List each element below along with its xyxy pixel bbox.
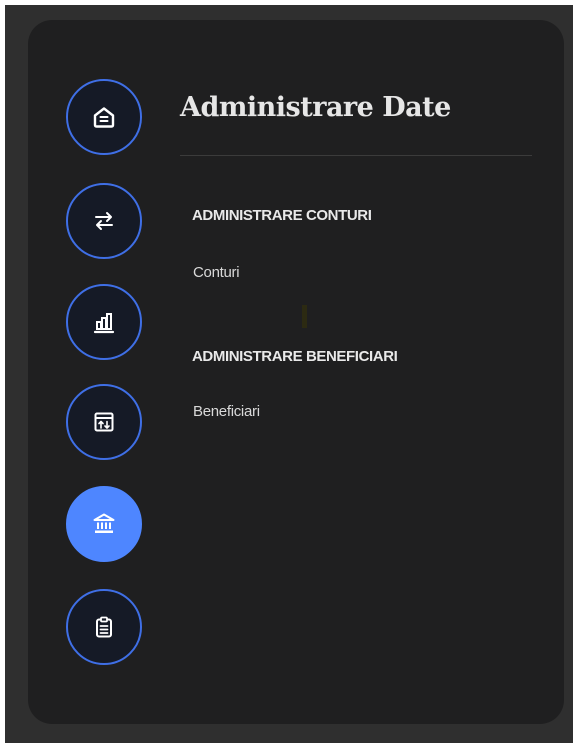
section-heading-accounts: ADMINISTRARE CONTURI (192, 207, 372, 224)
nav-requests-button[interactable] (66, 589, 142, 665)
home-icon (93, 107, 115, 128)
link-accounts[interactable]: Conturi (193, 263, 240, 283)
bar-chart-icon (93, 313, 115, 334)
calendar-transfer-icon (94, 412, 114, 432)
nav-administration-button[interactable] (66, 486, 142, 562)
link-beneficiaries[interactable]: Beneficiari (193, 402, 260, 422)
nav-home-button[interactable] (66, 79, 142, 155)
nav-reports-button[interactable] (66, 284, 142, 360)
title-divider (180, 155, 532, 156)
clipboard-icon (96, 616, 112, 638)
section-heading-beneficiaries: ADMINISTRARE BENEFICIARI (192, 348, 398, 365)
text-cursor (302, 305, 307, 328)
arrows-exchange-icon (95, 212, 113, 230)
nav-transactions-button[interactable] (66, 384, 142, 460)
bank-icon (93, 513, 115, 533)
nav-transfers-button[interactable] (66, 183, 142, 259)
page-title: Administrare Date (180, 92, 451, 123)
page: Administrare Date ADMINISTRARE CONTURI C… (0, 0, 573, 743)
